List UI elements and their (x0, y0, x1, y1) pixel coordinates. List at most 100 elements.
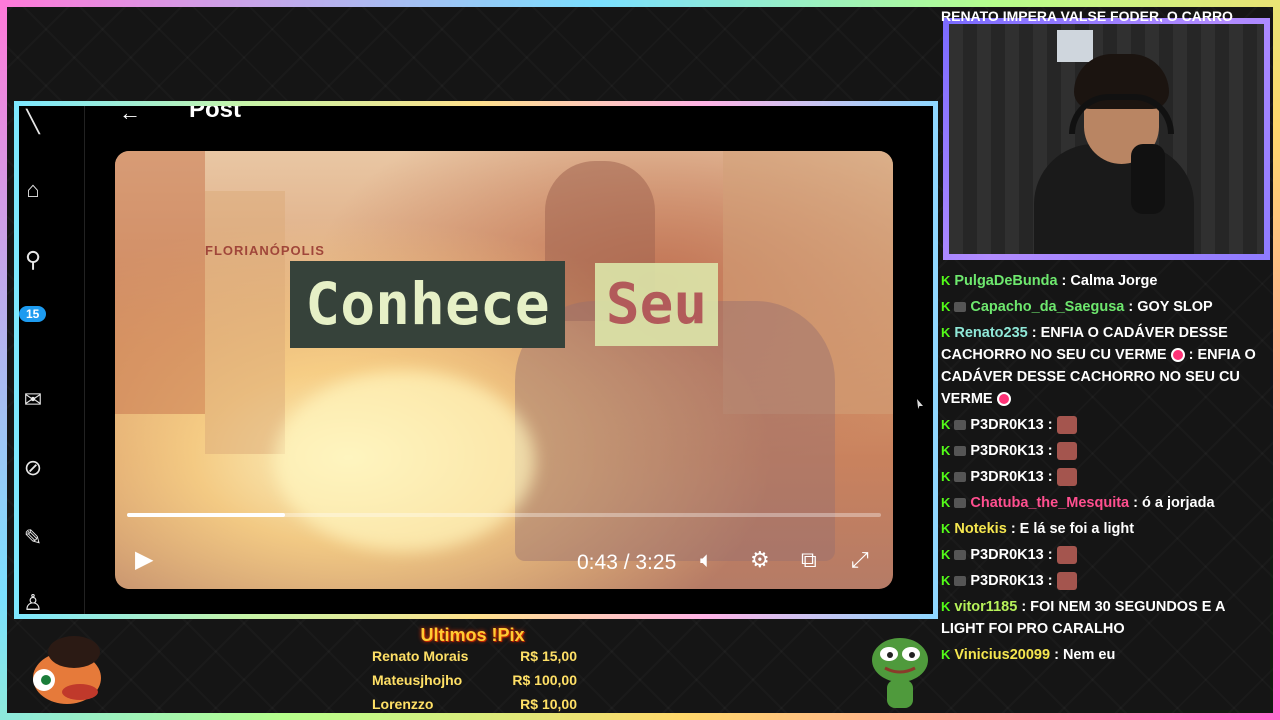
chat-text: : (1047, 417, 1053, 433)
compose-icon[interactable]: ✎ (21, 526, 45, 550)
caption-conhece: Conhece (290, 261, 565, 348)
badges-icon (954, 498, 967, 509)
chat-username[interactable]: P3DR0K13 (970, 469, 1043, 485)
grok-icon[interactable]: ⊘ (21, 456, 45, 480)
search-icon[interactable]: ⚲ (21, 248, 45, 272)
play-icon[interactable]: ▶ (135, 545, 153, 574)
subscriber-badge-icon (954, 472, 967, 483)
chat-message: K Vinicius20099 : Nem eu (941, 644, 1271, 666)
chat-text: : (1047, 547, 1053, 563)
subscriber-badge-icon (954, 576, 967, 587)
side-navigation: ╲ ⌂ ⚲ 15 ✉ ⊘ ✎ ♙ (19, 106, 85, 614)
kick-icon: K (941, 443, 951, 458)
volume-icon[interactable]: 🔈︎ (700, 547, 713, 573)
chat-message: K Chatuba_the_Mesquita : ó a jorjada (941, 492, 1271, 514)
chat-text: : (1047, 469, 1053, 485)
messages-icon[interactable]: ✉ (21, 388, 45, 412)
home-icon[interactable]: ⌂ (21, 178, 45, 202)
kick-icon: K (941, 573, 951, 588)
progress-bar[interactable] (127, 513, 881, 517)
kick-icon: K (941, 299, 951, 314)
pix-amount: R$ 10,00 (520, 696, 577, 712)
building-left (115, 151, 205, 414)
chat-text: : E lá se foi a light (1010, 521, 1135, 537)
pix-amount: R$ 15,00 (520, 648, 577, 664)
chat-username[interactable]: P3DR0K13 (970, 443, 1043, 459)
screen-capture: ╲ ⌂ ⚲ 15 ✉ ⊘ ✎ ♙ ← Post FLORIANÓPOLIS Co… (14, 101, 938, 619)
notification-badge: 15 (19, 306, 47, 322)
chat-message: K P3DR0K13 : (941, 570, 1271, 592)
kick-icon: K (941, 273, 951, 288)
chat-text: : GOY SLOP (1128, 299, 1213, 315)
pix-name: Lorenzzo (372, 696, 434, 712)
face-emote-icon (1056, 416, 1077, 435)
chat-username[interactable]: P3DR0K13 (970, 573, 1043, 589)
kick-icon: K (941, 417, 951, 432)
pix-row: Lorenzzo R$ 10,00 (372, 696, 577, 720)
chat-panel: K PulgaDeBunda : Calma Jorge K Capacho_da_… (941, 270, 1271, 670)
building-left-2 (205, 191, 285, 454)
back-arrow-icon[interactable]: ← (119, 106, 141, 126)
chat-text: : (1047, 573, 1053, 589)
pix-row: Renato Morais R$ 15,00 (372, 648, 577, 672)
pip-icon[interactable]: ⧉ (801, 547, 817, 573)
subscriber-badge-icon (954, 302, 967, 313)
video-player[interactable]: FLORIANÓPOLIS Conhece Seu ▶ 0:43 / 3:25 … (115, 151, 893, 589)
chat-message: K PulgaDeBunda : Calma Jorge (941, 270, 1271, 292)
subscriber-badge-icon (954, 446, 967, 457)
chat-message: K Notekis : E lá se foi a light (941, 518, 1271, 540)
pix-title: Ultimos !Pix (420, 625, 525, 645)
kick-icon: K (941, 469, 951, 484)
chat-username[interactable]: vitor1185 (954, 599, 1017, 615)
caption-seu: Seu (595, 263, 718, 346)
microphone (1131, 144, 1165, 214)
chat-message: K P3DR0K13 : (941, 414, 1271, 436)
chat-text: : ó a jorjada (1133, 495, 1215, 511)
pix-name: Mateusjhojho (372, 672, 463, 688)
progress-fill (127, 513, 286, 517)
pepe-frog-mascot (872, 638, 928, 708)
face-emote-icon (1056, 468, 1077, 487)
post-title: Post (189, 101, 242, 123)
pix-name: Renato Morais (372, 648, 469, 664)
kick-icon: K (941, 647, 951, 662)
chat-username[interactable]: P3DR0K13 (970, 417, 1043, 433)
face-emote-icon (1056, 572, 1077, 591)
pix-row: Mateusjhojho R$ 100,00 (372, 672, 577, 696)
emote-icon (1170, 348, 1185, 363)
chat-username[interactable]: Notekis (954, 521, 1006, 537)
chat-message: K P3DR0K13 : (941, 544, 1271, 566)
emote-icon (996, 392, 1011, 407)
florianopolis-sign: FLORIANÓPOLIS (205, 243, 325, 258)
webcam-overlay (943, 18, 1270, 260)
face-emote-icon (1056, 442, 1077, 461)
subscriber-badge-icon (954, 420, 967, 431)
settings-gear-icon[interactable]: ⚙ (750, 547, 770, 573)
chat-text: : Nem eu (1054, 647, 1116, 663)
pix-amount: R$ 100,00 (512, 672, 577, 688)
profile-icon[interactable]: ♙ (21, 591, 45, 615)
chat-message: Kvitor1185 : FOI NEM 30 SEGUNDOS E A LIG… (941, 596, 1271, 640)
mouse-cursor (917, 399, 923, 409)
chat-message: K Renato235 : ENFIA O CADÁVER DESSE CACHO… (941, 322, 1271, 410)
chat-username[interactable]: Chatuba_the_Mesquita (970, 495, 1129, 511)
chat-username[interactable]: Vinicius20099 (954, 647, 1050, 663)
chat-username[interactable]: Capacho_da_Saegusa (970, 299, 1124, 315)
chat-username[interactable]: PulgaDeBunda (954, 273, 1057, 289)
kick-icon: K (941, 521, 951, 536)
sun-glare (275, 371, 535, 551)
chat-cut-message: RENATO IMPERA VALSE FODER, O CARRO (941, 8, 1233, 22)
x-logo-icon[interactable]: ╲ (21, 110, 45, 134)
fullscreen-icon[interactable]: ⤢ (851, 547, 869, 573)
kick-icon: K (941, 599, 951, 614)
subscriber-badge-icon (954, 550, 967, 561)
chat-message: K P3DR0K13 : (941, 440, 1271, 462)
chat-username[interactable]: Renato235 (954, 325, 1027, 341)
kick-icon: K (941, 325, 951, 340)
chat-username[interactable]: P3DR0K13 (970, 547, 1043, 563)
face-emote-icon (1056, 546, 1077, 565)
chat-message: K Capacho_da_Saegusa : GOY SLOP (941, 296, 1271, 318)
wall-picture (1057, 30, 1093, 62)
video-time: 0:43 / 3:25 (577, 551, 677, 574)
kick-icon: K (941, 547, 951, 562)
